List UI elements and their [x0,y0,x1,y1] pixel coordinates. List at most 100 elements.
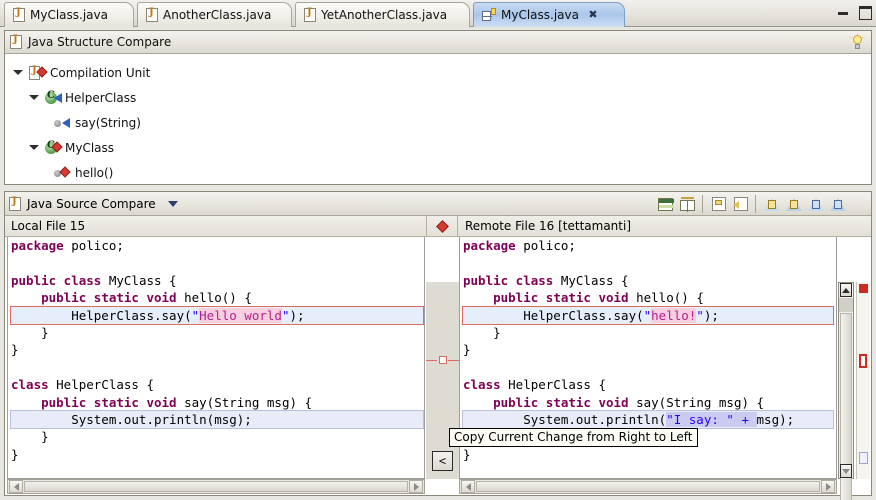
tab-yetanotherclass-java[interactable]: YetAnotherClass.java [295,2,470,27]
code-line[interactable]: class HelperClass { [8,376,424,393]
code-line[interactable]: } [460,324,836,341]
tab-anotherclass-java[interactable]: AnotherClass.java [137,2,292,27]
close-icon[interactable]: ✖ [587,9,599,21]
code-line[interactable]: System.out.println("I say: " + msg); [460,409,836,429]
lightbulb-icon[interactable] [848,33,866,51]
code-line[interactable]: public class MyClass { [8,272,424,289]
code-line[interactable]: public static void say(String msg) { [8,394,424,411]
code-line[interactable]: public static void say(String msg) { [460,394,836,411]
left-code-editor[interactable]: package polico; public class MyClass { pu… [7,237,425,479]
copy-change-tooltip: Copy Current Change from Right to Left [449,428,698,447]
previous-difference-button[interactable] [783,194,803,213]
code-line[interactable]: } [8,324,424,341]
tab-label: MyClass.java [501,8,579,22]
code-text: } [463,342,471,358]
code-text: } [463,446,471,462]
class-icon [45,90,62,105]
toolbar-divider [702,194,703,213]
code-line[interactable]: HelperClass.say("Hello world"); [8,305,424,325]
code-line[interactable]: package polico; [8,237,424,254]
code-line[interactable]: System.out.println(msg); [8,409,424,429]
code-text: } [11,446,19,462]
code-line[interactable]: class HelperClass { [460,376,836,393]
code-line[interactable]: } [8,428,424,445]
code-line[interactable] [8,359,424,376]
tab-label: YetAnotherClass.java [321,8,448,22]
center-change-marker [428,216,458,236]
code-text: package polico; [463,238,576,253]
scroll-up-button[interactable] [840,283,852,297]
code-line[interactable]: public static void hello() { [8,289,424,306]
code-line[interactable]: public class MyClass { [460,272,836,289]
source-pane-header: Java Source Compare [5,192,871,216]
code-line[interactable] [460,254,836,271]
java-source-compare-pane: Java Source Compare Local File 15 Remote… [4,191,872,500]
scroll-track-upper[interactable] [839,298,853,312]
code-line[interactable] [460,359,836,376]
java-file-icon [13,7,25,22]
code-line[interactable]: HelperClass.say("hello!"); [460,305,836,325]
toggle-ancestor-pane-button[interactable] [677,194,697,213]
class-icon [45,140,63,155]
scroll-down-button[interactable] [840,464,852,478]
tab-myclass-java-compare[interactable]: MyClass.java ✖ [473,2,625,27]
ruler-marker-current-diff[interactable] [859,354,867,368]
code-text: System.out.println("I say: " + msg); [463,411,795,427]
left-file-header: Local File 15 [5,216,427,236]
view-menu-chevron-down-icon[interactable] [167,200,178,207]
right-vertical-scrollbar[interactable] [838,282,854,500]
next-difference-button[interactable] [761,194,781,213]
structure-pane-title: Java Structure Compare [28,35,172,49]
expand-chevron-icon[interactable] [27,141,40,154]
code-text: } [11,324,49,340]
tree-item-label: MyClass [65,140,115,155]
tree-item-say-string[interactable]: say(String) [5,110,871,135]
code-text: } [11,342,19,358]
tab-label: AnotherClass.java [163,8,272,22]
scroll-right-button[interactable] [409,480,423,493]
previous-change-button[interactable] [827,194,847,213]
scroll-left-button[interactable] [9,480,23,493]
copy-all-left-to-right-button[interactable] [708,194,728,213]
overview-ruler[interactable] [856,282,870,479]
scroll-thumb[interactable] [24,481,408,492]
method-icon [53,165,71,180]
code-line[interactable]: } [460,446,836,463]
maximize-icon[interactable] [857,4,872,20]
code-line[interactable]: package polico; [460,237,836,254]
code-line[interactable]: public static void hello() { [460,289,836,306]
source-toolbar [655,194,847,213]
java-structure-compare-pane: Java Structure Compare Compilation Unit … [4,30,872,185]
scroll-left-button[interactable] [461,480,475,493]
tab-myclass-java-1[interactable]: MyClass.java [4,2,134,27]
expand-chevron-icon[interactable] [27,91,40,104]
change-diamond-icon [436,219,449,233]
left-horizontal-scrollbar[interactable] [7,479,425,494]
next-change-button[interactable] [805,194,825,213]
diff-connector[interactable] [426,351,459,371]
right-horizontal-scrollbar[interactable] [459,479,837,494]
tree-item-label: HelperClass [65,90,137,105]
java-compare-icon [482,8,496,22]
two-pane-view-button[interactable] [655,194,675,213]
java-file-icon [9,196,21,211]
code-line[interactable]: } [460,341,836,358]
tree-item-helperclass[interactable]: HelperClass [5,85,871,110]
tree-item-compilation-unit[interactable]: Compilation Unit [5,60,871,85]
code-line[interactable]: } [8,341,424,358]
java-file-icon [304,7,316,22]
scroll-thumb[interactable] [476,481,820,492]
ruler-marker-change[interactable] [859,452,868,464]
code-text: public static void say(String msg) { [41,394,313,410]
tree-item-hello[interactable]: hello() [5,160,871,184]
minimize-icon[interactable] [836,4,851,18]
code-text: HelperClass.say("hello!"); [463,307,719,323]
code-line[interactable]: } [8,446,424,463]
copy-all-right-to-left-button[interactable] [730,194,750,213]
scroll-right-button[interactable] [821,480,835,493]
tree-item-myclass[interactable]: MyClass [5,135,871,160]
code-line[interactable] [8,254,424,271]
copy-current-change-right-to-left-button[interactable]: < [432,451,453,471]
ruler-marker-top[interactable] [859,284,868,293]
expand-chevron-icon[interactable] [11,66,24,79]
